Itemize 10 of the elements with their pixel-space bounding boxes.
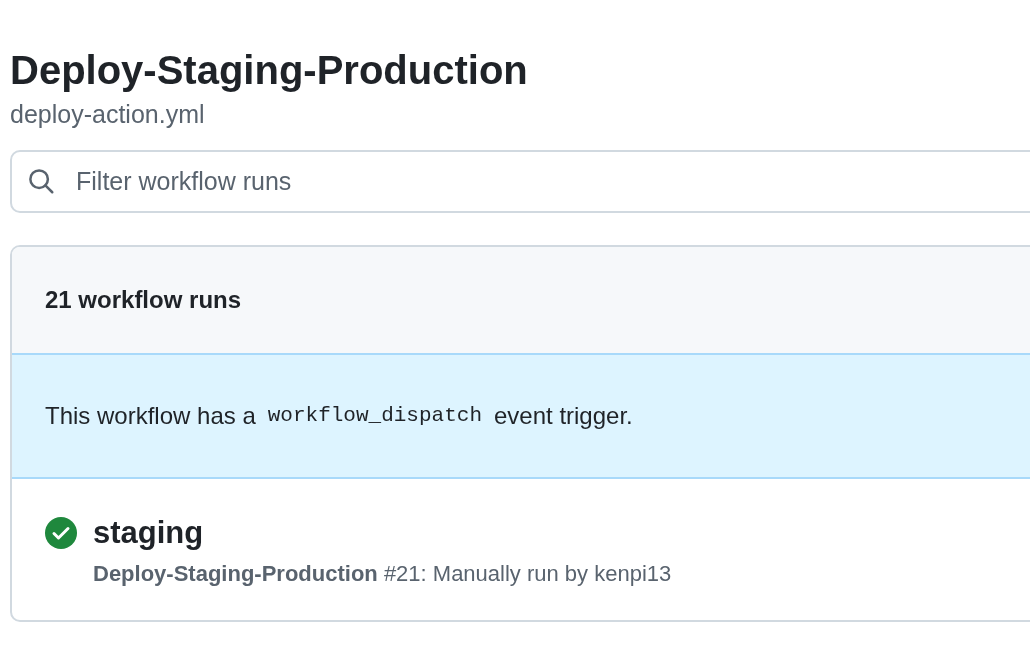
search-icon — [26, 166, 56, 196]
inline-code: workflow_dispatch — [267, 403, 482, 430]
banner-text: event trigger. — [494, 401, 633, 431]
workflow-title: Deploy-Staging-Production — [10, 47, 528, 94]
run-details: Deploy-Staging-Production #21: Manually run by kenpi13 — [93, 561, 672, 586]
banner-text: This workflow has a — [45, 401, 256, 431]
search-field[interactable]: Filter workflow runs — [10, 150, 1030, 213]
run-title[interactable]: staging — [93, 513, 204, 553]
workflow-file-name: deploy-action.yml — [10, 100, 205, 128]
runs-count: 21 workflow runs — [45, 285, 242, 315]
